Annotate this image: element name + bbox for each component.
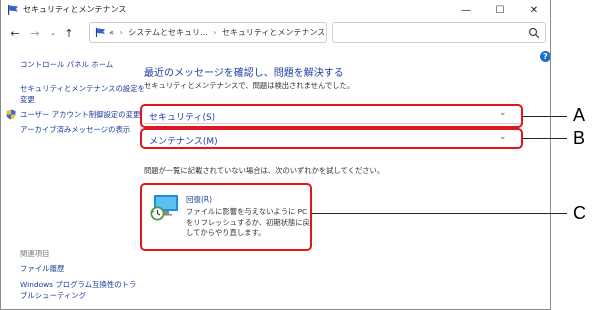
sidebar-link-change-settings-2[interactable]: 変更 <box>20 94 35 105</box>
security-flag-icon <box>95 27 106 38</box>
sidebar-link-compat-troubleshooter-2[interactable]: ブルシューティング <box>20 290 86 301</box>
title-bar: セキュリティとメンテナンス — ☐ ✕ <box>1 0 550 20</box>
related-heading: 関連項目 <box>20 249 50 258</box>
help-button[interactable]: ? <box>540 51 550 62</box>
navigation-bar: ← → ⌄ ↑ « › システムとセキュリ... › セキュリティとメンテナンス… <box>1 20 550 46</box>
highlight-box-a <box>140 104 523 128</box>
leader-line-a <box>523 116 567 117</box>
recent-locations-button[interactable]: ⌄ <box>45 25 61 41</box>
sidebar-link-archived-messages[interactable]: アーカイブ済みメッセージの表示 <box>20 124 130 135</box>
minimize-button[interactable]: — <box>449 0 483 20</box>
sidebar-link-home[interactable]: コントロール パネル ホーム <box>20 59 113 70</box>
breadcrumb: « › システムとセキュリ... › セキュリティとメンテナンス <box>109 27 325 38</box>
breadcrumb-overflow[interactable]: « <box>109 28 114 37</box>
callout-label-b: B <box>573 128 586 148</box>
leader-line-c <box>312 213 567 214</box>
close-button[interactable]: ✕ <box>517 0 550 20</box>
troubleshoot-hint: 問題が一覧に記載されていない場合は、次のいずれかを試してください。 <box>144 166 385 175</box>
breadcrumb-item-security-maintenance[interactable]: セキュリティとメンテナンス <box>222 28 325 37</box>
uac-shield-icon <box>6 109 16 120</box>
search-icon <box>528 27 540 39</box>
window-title: セキュリティとメンテナンス <box>23 5 127 14</box>
sidebar-link-uac-settings[interactable]: ユーザー アカウント制御設定の変更 <box>20 109 140 120</box>
forward-button[interactable]: → <box>27 25 43 41</box>
maximize-button[interactable]: ☐ <box>483 0 517 20</box>
search-input[interactable] <box>332 22 546 43</box>
callout-label-a: A <box>573 105 586 125</box>
control-panel-window: セキュリティとメンテナンス — ☐ ✕ ← → ⌄ ↑ « › システムとセキュ… <box>0 0 551 310</box>
breadcrumb-separator: › <box>119 28 123 37</box>
security-flag-icon <box>8 5 18 15</box>
breadcrumb-item-system-security[interactable]: システムとセキュリ... <box>128 28 207 37</box>
address-bar[interactable]: « › システムとセキュリ... › セキュリティとメンテナンス ⌄ ↻ <box>89 22 405 43</box>
highlight-box-b <box>140 128 523 149</box>
sidebar-link-file-history[interactable]: ファイル履歴 <box>20 263 64 274</box>
callout-label-c: C <box>573 203 586 223</box>
status-message: セキュリティとメンテナンスで、問題は検出されませんでした。 <box>144 81 355 90</box>
page-title: 最近のメッセージを確認し、問題を解決する <box>144 68 344 79</box>
sidebar-link-compat-troubleshooter[interactable]: Windows プログラム互換性のトラ <box>20 279 136 290</box>
back-button[interactable]: ← <box>7 25 23 41</box>
up-button[interactable]: ↑ <box>61 25 77 41</box>
sidebar-link-change-settings[interactable]: セキュリティとメンテナンスの設定を <box>20 83 145 94</box>
leader-line-b <box>523 138 567 139</box>
highlight-box-c <box>140 183 312 251</box>
breadcrumb-separator: › <box>213 28 217 37</box>
